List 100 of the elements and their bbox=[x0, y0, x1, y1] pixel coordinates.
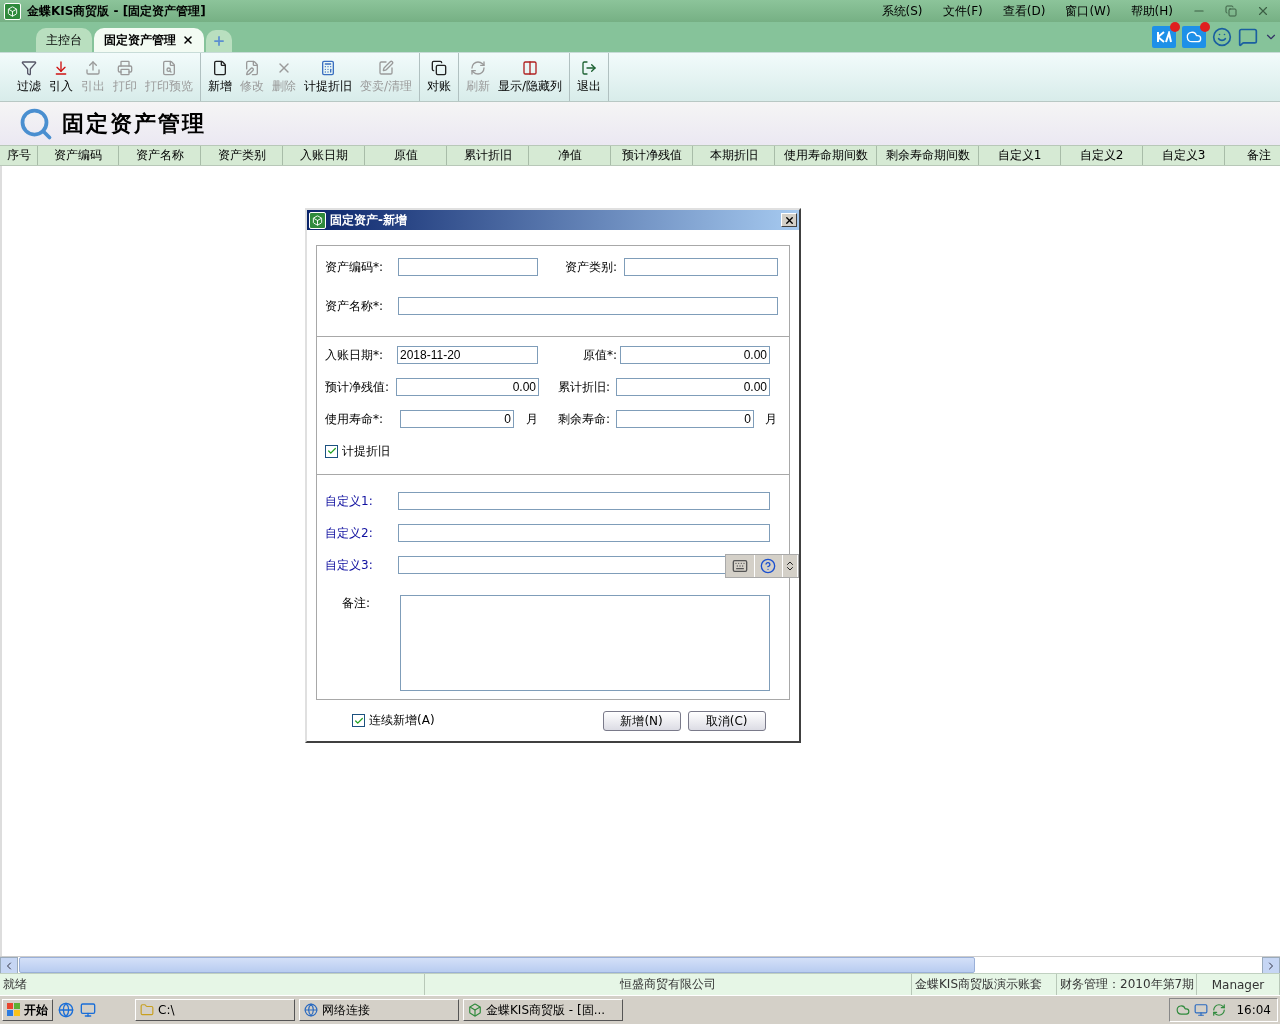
restore-icon bbox=[1225, 5, 1237, 17]
edit-icon bbox=[378, 59, 394, 76]
filter-icon bbox=[21, 59, 37, 76]
input-field[interactable] bbox=[398, 258, 538, 276]
toolbar-button[interactable]: 退出 bbox=[573, 57, 606, 97]
column-header[interactable]: 剩余寿命期间数 bbox=[877, 146, 979, 165]
add-tab-button[interactable] bbox=[206, 30, 232, 52]
dialog-title: 固定资产-新增 bbox=[330, 211, 408, 229]
toolbar-button[interactable]: 显示/隐藏列 bbox=[494, 57, 567, 97]
column-header[interactable]: 资产名称 bbox=[119, 146, 201, 165]
remark-field[interactable] bbox=[400, 595, 770, 691]
window-title: 金蝶KIS商贸版 - [固定资产管理] bbox=[27, 2, 207, 20]
column-header[interactable]: 入账日期 bbox=[283, 146, 365, 165]
clock: 16:04 bbox=[1236, 1003, 1271, 1017]
app-logo-icon bbox=[4, 2, 21, 20]
copy-icon bbox=[431, 59, 448, 76]
app-shortcut-icon[interactable] bbox=[79, 1001, 97, 1019]
sync-icon[interactable] bbox=[1212, 1003, 1227, 1017]
field-label: 剩余寿命: bbox=[558, 410, 612, 428]
dialog-button[interactable]: 新增(N) bbox=[602, 710, 681, 731]
column-header[interactable]: 累计折旧 bbox=[447, 146, 529, 165]
toolbar-button[interactable]: 新增 bbox=[204, 57, 236, 97]
column-header[interactable]: 本期折旧 bbox=[693, 146, 775, 165]
help-icon[interactable] bbox=[760, 558, 777, 574]
dialog-button[interactable]: 取消(C) bbox=[687, 710, 766, 731]
input-field[interactable]: 0.00 bbox=[616, 378, 770, 396]
browser-icon[interactable] bbox=[57, 1001, 75, 1019]
taskbar-button[interactable]: C:\ bbox=[135, 999, 295, 1021]
app-logo-icon bbox=[309, 211, 326, 229]
field-label: 自定义3: bbox=[325, 556, 374, 574]
app-logo-icon bbox=[468, 1003, 482, 1017]
unit-label: 月 bbox=[765, 410, 777, 428]
field-label: 备注: bbox=[341, 595, 372, 612]
checkbox[interactable] bbox=[352, 714, 365, 727]
windows-logo-icon bbox=[7, 1003, 21, 1017]
plus-icon bbox=[212, 34, 226, 48]
smiley-icon[interactable] bbox=[1212, 27, 1232, 47]
taskbar-button[interactable]: 金蝶KIS商贸版 - [固... bbox=[463, 999, 623, 1021]
input-field[interactable]: 0.00 bbox=[396, 378, 539, 396]
column-header[interactable]: 使用寿命期间数 bbox=[775, 146, 877, 165]
field-label: 原值*: bbox=[581, 346, 618, 364]
keyboard-icon[interactable] bbox=[731, 558, 748, 574]
upload-icon bbox=[85, 59, 101, 76]
message-icon[interactable] bbox=[1238, 27, 1258, 47]
columns-icon bbox=[522, 59, 539, 76]
unit-label: 月 bbox=[526, 410, 538, 428]
input-field[interactable]: 0 bbox=[400, 410, 514, 428]
input-field[interactable] bbox=[398, 297, 778, 315]
refresh-icon bbox=[470, 59, 487, 76]
start-button[interactable]: 开始 bbox=[2, 999, 53, 1021]
close-icon bbox=[783, 214, 795, 226]
column-header[interactable]: 预计净残值 bbox=[611, 146, 693, 165]
field-label: 自定义2: bbox=[325, 524, 374, 542]
toolbar-button[interactable]: 对账 bbox=[423, 57, 456, 97]
checkbox-label[interactable]: 连续新增(A) bbox=[369, 712, 435, 729]
calculator-icon bbox=[320, 59, 336, 76]
close-button[interactable] bbox=[781, 213, 797, 227]
close-icon[interactable] bbox=[182, 34, 194, 46]
printer-icon bbox=[117, 59, 133, 76]
field-label: 累计折旧: bbox=[558, 378, 612, 396]
folder-icon bbox=[140, 1003, 154, 1017]
column-header[interactable]: 资产编码 bbox=[38, 146, 119, 165]
field-label: 资产类别: bbox=[565, 258, 619, 276]
column-header[interactable]: 自定义2 bbox=[1061, 146, 1143, 165]
network-icon[interactable] bbox=[1194, 1003, 1209, 1017]
menu-item[interactable]: 查看(D) bbox=[995, 2, 1053, 20]
field-label: 入账日期*: bbox=[325, 346, 385, 364]
cloud-icon[interactable] bbox=[1176, 1003, 1191, 1017]
input-field[interactable]: 0 bbox=[616, 410, 754, 428]
column-header[interactable]: 净值 bbox=[529, 146, 611, 165]
taskbar-button[interactable]: 网络连接 bbox=[299, 999, 459, 1021]
field-label: 使用寿命*: bbox=[325, 410, 385, 428]
checkbox-label[interactable]: 计提折旧 bbox=[342, 442, 390, 460]
edit-document-icon bbox=[244, 59, 260, 76]
toolbar-button[interactable]: 计提折旧 bbox=[300, 57, 356, 97]
menu-item[interactable]: 文件(F) bbox=[935, 2, 990, 20]
toolbar-button[interactable]: 过滤 bbox=[13, 57, 45, 97]
tab[interactable]: 固定资产管理 bbox=[94, 28, 204, 52]
input-field[interactable]: 0.00 bbox=[620, 346, 770, 364]
field-label: 预计净残值: bbox=[325, 378, 391, 396]
document-icon bbox=[212, 59, 228, 76]
input-field[interactable] bbox=[624, 258, 778, 276]
scrollbar-thumb[interactable] bbox=[19, 957, 975, 973]
input-field[interactable]: 2018-11-20 bbox=[397, 346, 538, 364]
menu-item[interactable]: 系统(S) bbox=[874, 2, 930, 20]
field-label: 自定义1: bbox=[325, 492, 374, 510]
column-header[interactable]: 自定义3 bbox=[1143, 146, 1225, 165]
exit-door-icon bbox=[581, 59, 598, 76]
input-field[interactable] bbox=[398, 492, 770, 510]
menu-item[interactable]: 窗口(W) bbox=[1058, 2, 1118, 20]
column-header[interactable]: 资产类别 bbox=[201, 146, 283, 165]
tab[interactable]: 主控台 bbox=[36, 28, 92, 52]
column-header[interactable]: 备注 bbox=[1225, 146, 1280, 165]
input-field[interactable] bbox=[398, 524, 770, 542]
column-header[interactable]: 原值 bbox=[365, 146, 447, 165]
toolbar-button[interactable]: 引入 bbox=[45, 57, 77, 97]
menu-item[interactable]: 帮助(H) bbox=[1123, 2, 1180, 20]
checkbox[interactable] bbox=[325, 444, 338, 458]
column-header[interactable]: 序号 bbox=[0, 146, 38, 165]
column-header[interactable]: 自定义1 bbox=[979, 146, 1061, 165]
